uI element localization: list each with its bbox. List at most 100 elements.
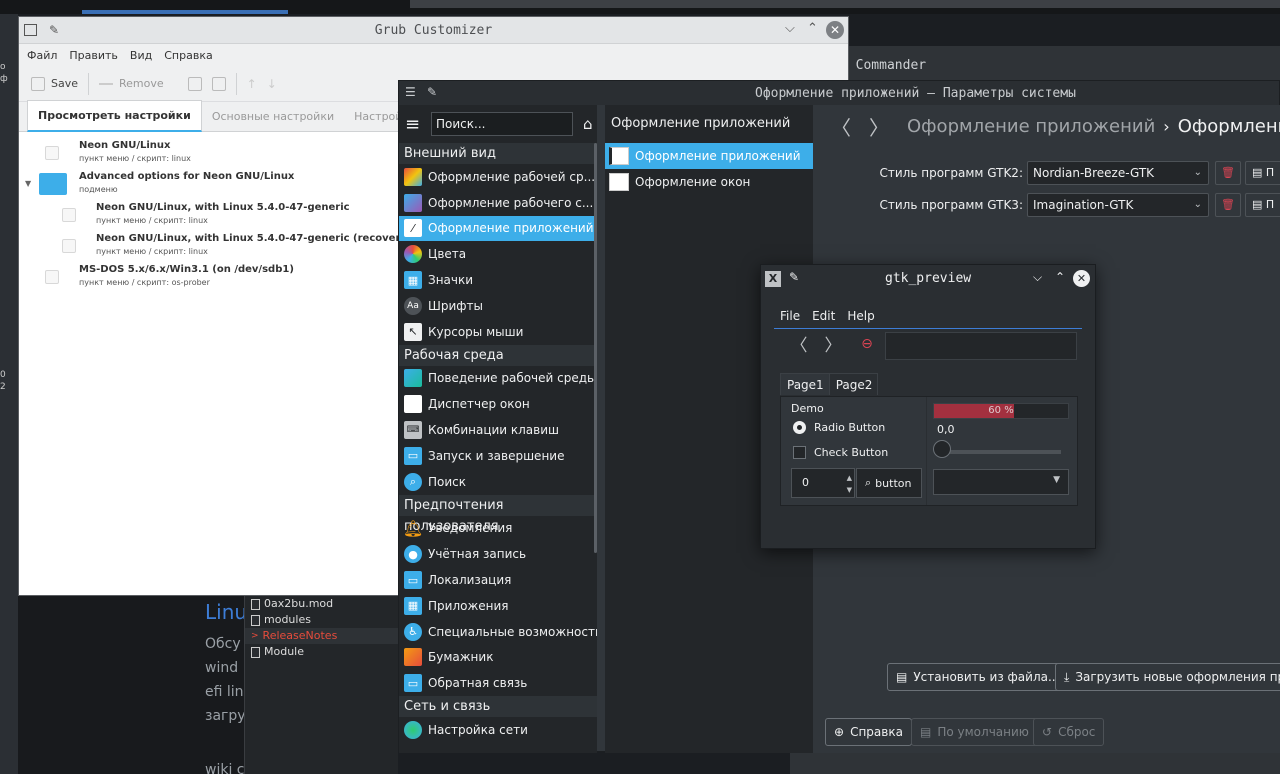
arrow-up-icon[interactable]: ↑ bbox=[247, 77, 257, 91]
defaults-button[interactable]: ▤ По умолчанию bbox=[911, 718, 1038, 746]
slider-track[interactable] bbox=[937, 450, 1061, 454]
menu-edit[interactable]: Править bbox=[67, 49, 126, 62]
menu-help[interactable]: Help bbox=[841, 307, 880, 328]
back-icon[interactable]: 〈 bbox=[831, 112, 851, 141]
window-menu-icon[interactable]: ☰ bbox=[405, 85, 416, 99]
spin-down-icon[interactable]: ▼ bbox=[847, 485, 852, 495]
window-management-icon bbox=[404, 395, 422, 414]
tab-list-configuration[interactable]: Просмотреть настройки bbox=[27, 100, 202, 132]
home-icon[interactable]: ⌂ bbox=[583, 115, 593, 133]
close-icon[interactable]: ✕ bbox=[1073, 270, 1090, 287]
sidebar-item-localization[interactable]: ▭ Локализация bbox=[399, 567, 597, 593]
gtk2-style-select[interactable]: Nordian-Breeze-GTK ⌄ bbox=[1027, 161, 1209, 185]
sidebar-item-label: Значки bbox=[428, 273, 474, 288]
sidebar-item-startup-shutdown[interactable]: ▭ Запуск и завершение bbox=[399, 443, 597, 469]
gtk3-delete-button[interactable]: 🗑︎ bbox=[1215, 193, 1241, 217]
sidebar-item-shortcuts[interactable]: ⌨ Комбинации клавиш bbox=[399, 417, 597, 443]
help-button[interactable]: ⊕ Справка bbox=[825, 718, 912, 746]
reset-button[interactable]: ↺ Сброс bbox=[1033, 718, 1105, 746]
tab-page2[interactable]: Page2 bbox=[829, 373, 879, 395]
gtk-preview-entry[interactable] bbox=[885, 332, 1077, 360]
sidebar-item-applications[interactable]: ▦ Приложения bbox=[399, 593, 597, 619]
gtk3-style-select[interactable]: Imagination-GTK ⌄ bbox=[1027, 193, 1209, 217]
entry-subtitle: пункт меню / скрипт: linux bbox=[79, 154, 191, 163]
file-row[interactable]: 0ax2bu.mod bbox=[245, 596, 398, 612]
pin-icon[interactable]: ✎ bbox=[427, 85, 437, 99]
close-icon[interactable]: ✕ bbox=[826, 21, 844, 39]
get-new-styles-button[interactable]: ⤓ Загрузить новые оформления прилож bbox=[1055, 663, 1280, 691]
copy-icon[interactable] bbox=[211, 76, 226, 91]
sidebar-item-cursors[interactable]: ↖ Курсоры мыши bbox=[399, 319, 597, 345]
list-item-application-style[interactable]: Оформление приложений bbox=[605, 143, 813, 169]
breadcrumb-separator-icon: › bbox=[1163, 116, 1170, 136]
check-button[interactable]: Check Button bbox=[793, 446, 888, 459]
background-accent-line bbox=[82, 10, 288, 14]
sidebar-item-user-account[interactable]: ● Учётная запись bbox=[399, 541, 597, 567]
tab-general-settings[interactable]: Основные настройки bbox=[202, 110, 344, 131]
slider-handle[interactable] bbox=[933, 440, 951, 458]
gtk3-preview-button[interactable]: ▤ П bbox=[1245, 193, 1280, 217]
pin-icon[interactable]: ✎ bbox=[789, 270, 799, 284]
file-icon bbox=[251, 598, 260, 610]
menu-file[interactable]: Файл bbox=[25, 49, 65, 62]
sidebar-item-colors[interactable]: Цвета bbox=[399, 241, 597, 267]
expander-icon[interactable]: ▼ bbox=[25, 179, 31, 188]
plasma-style-icon bbox=[404, 193, 422, 212]
forward-icon[interactable]: 〉 bbox=[816, 331, 850, 356]
gtk2-delete-button[interactable]: 🗑︎ bbox=[1215, 161, 1241, 185]
menu-help[interactable]: Справка bbox=[162, 49, 220, 62]
file-row[interactable]: > ReleaseNotes bbox=[245, 628, 398, 644]
gtk-preview-titlebar[interactable]: X ✎ gtk_preview ⌵ ⌃ ✕ bbox=[761, 265, 1095, 293]
menu-file[interactable]: File bbox=[774, 307, 806, 328]
sidebar-item-search[interactable]: ⌕ Поиск bbox=[399, 469, 597, 495]
spin-up-icon[interactable]: ▲ bbox=[847, 473, 852, 483]
sidebar-item-network-settings[interactable]: Настройка сети bbox=[399, 717, 597, 743]
spin-button[interactable]: 0 ▲ ▼ bbox=[791, 468, 855, 498]
minimize-icon[interactable]: ⌵ bbox=[785, 21, 795, 36]
hamburger-menu-icon[interactable]: ≡ bbox=[405, 114, 423, 135]
sidebar-item-fonts[interactable]: Aa Шрифты bbox=[399, 293, 597, 319]
menu-edit[interactable]: Edit bbox=[806, 307, 841, 328]
sidebar-item-application-style[interactable]: ⁄ Оформление приложений bbox=[399, 215, 597, 242]
gtk2-preview-button[interactable]: ▤ П bbox=[1245, 161, 1280, 185]
sidebar-scrollbar[interactable] bbox=[594, 143, 597, 553]
sidebar-item-feedback[interactable]: ▭ Обратная связь bbox=[399, 670, 597, 696]
breadcrumb-parent[interactable]: Оформление приложений bbox=[907, 116, 1155, 137]
list-item-label: Оформление окон bbox=[635, 175, 751, 189]
combo-box[interactable]: ▼ bbox=[933, 469, 1069, 495]
search-input[interactable]: Поиск... bbox=[431, 112, 573, 136]
gtk-preview-window: X ✎ gtk_preview ⌵ ⌃ ✕ File Edit Help 〈 〉… bbox=[760, 264, 1096, 549]
file-row[interactable]: modules bbox=[245, 612, 398, 628]
sidebar-item-global-theme[interactable]: Оформление рабочей ср... bbox=[399, 164, 597, 190]
search-button-label: button bbox=[875, 476, 912, 490]
arrow-down-icon[interactable]: ↓ bbox=[267, 77, 277, 91]
settings-sidebar: ≡ Поиск... ⌂ Внешний вид Оформление рабо… bbox=[399, 105, 597, 753]
stop-icon[interactable]: ⊖ bbox=[850, 336, 884, 352]
search-button[interactable]: ⌕ button bbox=[856, 468, 922, 498]
sidebar-item-window-management[interactable]: Диспетчер окон bbox=[399, 391, 597, 417]
list-item-window-decorations[interactable]: Оформление окон bbox=[605, 169, 813, 195]
settings-titlebar[interactable]: ☰ ✎ Оформление приложений — Параметры си… bbox=[399, 81, 1279, 105]
minimize-icon[interactable]: ⌵ bbox=[1033, 270, 1042, 285]
radio-button[interactable]: Radio Button bbox=[793, 421, 885, 434]
global-theme-icon bbox=[404, 167, 422, 186]
save-button[interactable]: Save bbox=[31, 76, 78, 91]
menu-view[interactable]: Вид bbox=[128, 49, 160, 62]
maximize-icon[interactable]: ⌃ bbox=[1055, 270, 1065, 284]
remove-button[interactable]: Remove bbox=[99, 77, 164, 90]
sidebar-item-icons[interactable]: ▦ Значки bbox=[399, 267, 597, 293]
sidebar-item-wallet[interactable]: Бумажник bbox=[399, 645, 597, 671]
forward-icon[interactable]: 〉 bbox=[869, 112, 889, 141]
tab-page1[interactable]: Page1 bbox=[780, 373, 830, 395]
file-row[interactable]: Module bbox=[245, 644, 398, 660]
sidebar-item-accessibility[interactable]: ♿︎ Специальные возможности bbox=[399, 619, 597, 645]
sidebar-item-label: Цвета bbox=[428, 247, 467, 262]
install-from-file-button[interactable]: ▤ Установить из файла... bbox=[887, 663, 1069, 691]
back-icon[interactable]: 〈 bbox=[782, 331, 816, 356]
grub-titlebar[interactable]: ✎ Grub Customizer ⌵ ⌃ ✕ bbox=[19, 17, 848, 44]
x11-app-icon[interactable]: X bbox=[765, 271, 781, 287]
edit-icon[interactable] bbox=[187, 76, 202, 91]
sidebar-item-workspace-behavior[interactable]: Поведение рабочей среды bbox=[399, 366, 597, 392]
maximize-icon[interactable]: ⌃ bbox=[807, 21, 818, 36]
sidebar-item-plasma-style[interactable]: Оформление рабочего с... bbox=[399, 190, 597, 216]
